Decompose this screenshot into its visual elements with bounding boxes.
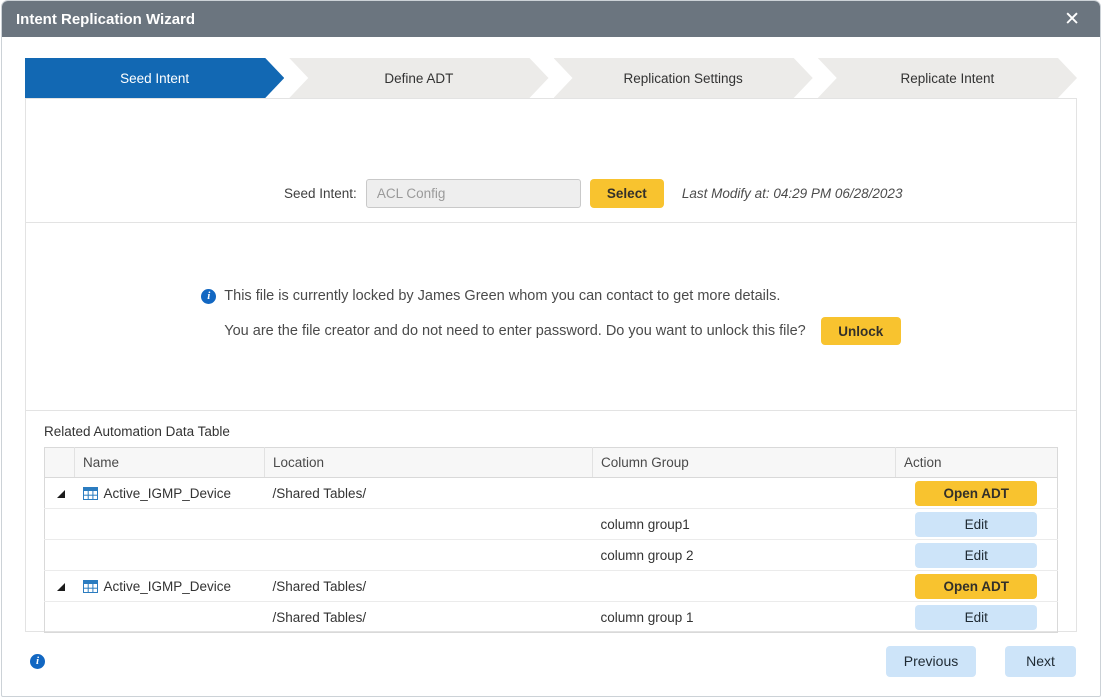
seed-intent-label: Seed Intent: (284, 186, 357, 201)
next-button[interactable]: Next (1005, 645, 1076, 677)
expand-caret-icon[interactable] (57, 582, 65, 591)
step-label: Replication Settings (623, 70, 743, 86)
intent-replication-wizard-dialog: Intent Replication Wizard ✕ Seed Intent … (1, 0, 1101, 697)
info-icon: i (201, 288, 217, 304)
adt-name: Active_IGMP_Device (103, 485, 232, 501)
lock-message-line1: This file is currently locked by James G… (224, 288, 781, 304)
adt-location: /Shared Tables/ (264, 570, 593, 602)
window-title: Intent Replication Wizard (16, 10, 196, 28)
adt-location (264, 508, 593, 540)
adt-table-title: Related Automation Data Table (44, 424, 230, 439)
data-table-icon (82, 486, 98, 500)
adt-table-section: Related Automation Data Table Name Locat… (26, 411, 1076, 633)
expand-caret-icon[interactable] (57, 489, 65, 498)
step-label: Define ADT (384, 70, 454, 86)
wizard-content-panel: Seed Intent: Select Last Modify at: 04:2… (25, 98, 1077, 633)
open-adt-button[interactable]: Open ADT (915, 480, 1038, 506)
edit-button[interactable]: Edit (915, 604, 1038, 630)
adt-column-group: column group 1 (600, 609, 694, 625)
adt-column-group: column group 2 (592, 539, 896, 571)
help-info-icon[interactable]: i (30, 653, 45, 669)
wizard-steps: Seed Intent Define ADT Replication Setti… (25, 58, 1077, 98)
footer: i Previous Next (2, 632, 1100, 696)
adt-table-header-row: Name Location Column Group Action (44, 447, 1058, 478)
column-header-location: Location (264, 447, 593, 478)
seed-intent-section: Seed Intent: Select Last Modify at: 04:2… (26, 99, 1076, 223)
column-header-name: Name (74, 447, 265, 478)
previous-button[interactable]: Previous (886, 645, 976, 677)
adt-row: Active_IGMP_Device /Shared Tables/ Open … (44, 477, 1058, 509)
adt-column-group (592, 570, 896, 602)
adt-column-group (592, 477, 896, 509)
adt-row: column group 2 Edit (44, 539, 1058, 571)
column-header-expand (44, 447, 75, 478)
adt-row: /Shared Tables/ column group 1 Edit (45, 602, 1058, 633)
adt-name: Active_IGMP_Device (103, 578, 232, 594)
lock-message-line2: You are the file creator and do not need… (224, 323, 806, 339)
adt-location: /Shared Tables/ (272, 609, 367, 625)
last-modify-text: Last Modify at: 04:29 PM 06/28/2023 (681, 186, 903, 201)
seed-intent-input[interactable] (365, 179, 581, 208)
lock-notice-section: i This file is currently locked by James… (26, 223, 1076, 411)
adt-row: column group1 Edit (44, 508, 1058, 540)
step-label: Replicate Intent (900, 70, 995, 86)
title-bar: Intent Replication Wizard ✕ (2, 1, 1100, 37)
adt-name (74, 539, 265, 571)
adt-row: Active_IGMP_Device /Shared Tables/ Open … (44, 570, 1058, 602)
edit-button[interactable]: Edit (915, 542, 1038, 568)
adt-name (74, 508, 265, 540)
step-label: Seed Intent (120, 70, 190, 86)
select-button[interactable]: Select (589, 179, 664, 208)
adt-name (75, 602, 265, 633)
adt-location (264, 539, 593, 571)
step-replicate-intent[interactable]: Replicate Intent (818, 58, 1077, 98)
step-replication-settings[interactable]: Replication Settings (554, 58, 813, 98)
unlock-button[interactable]: Unlock (820, 317, 901, 345)
column-header-action: Action (895, 447, 1058, 478)
edit-button[interactable]: Edit (915, 511, 1038, 537)
step-seed-intent[interactable]: Seed Intent (25, 58, 284, 98)
column-header-column-group: Column Group (592, 447, 896, 478)
open-adt-button[interactable]: Open ADT (915, 573, 1038, 599)
close-icon[interactable]: ✕ (1058, 8, 1086, 31)
step-define-adt[interactable]: Define ADT (289, 58, 548, 98)
adt-table: Name Location Column Group Action Active… (44, 447, 1058, 633)
adt-column-group: column group1 (592, 508, 896, 540)
adt-location: /Shared Tables/ (264, 477, 593, 509)
data-table-icon (82, 579, 98, 593)
